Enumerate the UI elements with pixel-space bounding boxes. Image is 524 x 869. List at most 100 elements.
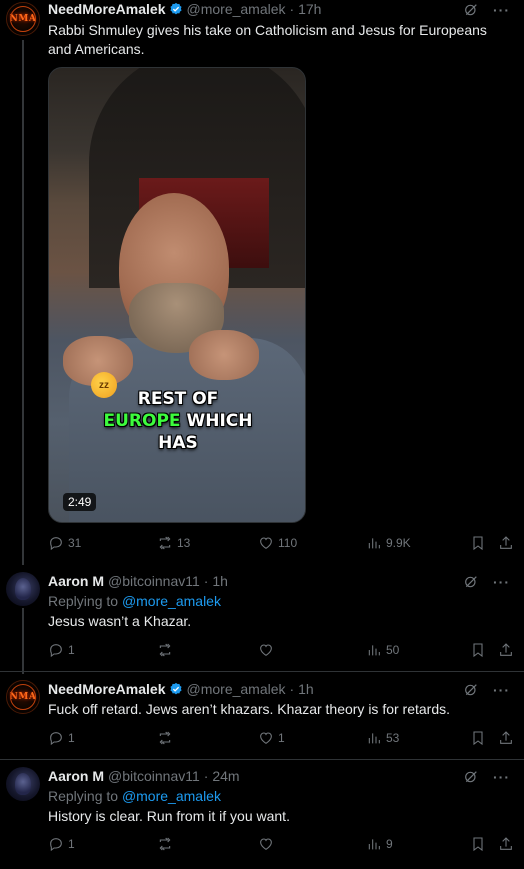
- post-time[interactable]: · 1h: [290, 681, 314, 697]
- repost-button[interactable]: 13: [157, 535, 190, 551]
- reply-count: 1: [68, 731, 75, 745]
- caption-line-1: REST OF: [137, 389, 219, 409]
- verified-badge-icon: [169, 682, 182, 695]
- grok-icon[interactable]: [463, 574, 479, 590]
- video-caption: REST OF EUROPE WHICH HAS: [49, 388, 305, 454]
- avatar[interactable]: [6, 767, 40, 801]
- views-count: 9.9K: [386, 536, 411, 550]
- reply-button[interactable]: 31: [48, 535, 81, 551]
- avatar[interactable]: NMA: [6, 2, 40, 36]
- views-icon: [368, 645, 380, 656]
- bookmark-button[interactable]: [470, 836, 486, 852]
- author-name[interactable]: NeedMoreAmalek: [48, 1, 166, 17]
- share-button[interactable]: [498, 642, 514, 658]
- like-button[interactable]: [258, 642, 278, 658]
- more-options-icon[interactable]: ···: [493, 682, 510, 698]
- views-button[interactable]: 9: [366, 836, 393, 852]
- like-button[interactable]: 1: [258, 730, 285, 746]
- reply-button[interactable]: 1: [48, 836, 75, 852]
- reply-button[interactable]: 1: [48, 642, 75, 658]
- post-time[interactable]: · 1h: [204, 573, 228, 589]
- avatar[interactable]: NMA: [6, 680, 40, 714]
- avatar[interactable]: [6, 572, 40, 606]
- repost-button[interactable]: [157, 642, 177, 658]
- share-icon: [500, 536, 512, 549]
- heart-icon: [260, 537, 272, 549]
- bookmark-button[interactable]: [470, 730, 486, 746]
- bookmark-icon: [473, 536, 483, 551]
- share-icon: [500, 643, 512, 656]
- replying-to-label: Replying to: [48, 593, 119, 609]
- author-name[interactable]: Aaron M: [48, 573, 104, 589]
- like-count: 1: [278, 731, 285, 745]
- caption-highlight: EUROPE: [103, 411, 181, 431]
- post-divider: [0, 759, 524, 760]
- post-divider: [0, 671, 524, 672]
- replying-to-link[interactable]: @more_amalek: [122, 788, 221, 804]
- like-button[interactable]: [258, 836, 278, 852]
- bookmark-icon: [473, 643, 483, 658]
- reply-count: 31: [68, 536, 82, 550]
- repost-button[interactable]: [157, 836, 177, 852]
- post-main[interactable]: NMA NeedMoreAmalek @more_amalek · 17h ··…: [0, 0, 524, 565]
- like-count: 110: [278, 536, 298, 550]
- author-handle[interactable]: @bitcoinnav11: [108, 768, 200, 784]
- grok-icon[interactable]: [463, 769, 479, 785]
- share-button[interactable]: [498, 730, 514, 746]
- post-text: Jesus wasn’t a Khazar.: [48, 613, 192, 629]
- views-count: 50: [386, 643, 400, 657]
- author-name[interactable]: Aaron M: [48, 768, 104, 784]
- repost-icon: [159, 536, 171, 550]
- more-options-icon[interactable]: ···: [493, 574, 510, 590]
- video-frame-hand: [189, 330, 259, 380]
- caption-line-2-rest: WHICH: [180, 411, 253, 431]
- more-options-icon[interactable]: ···: [493, 769, 510, 785]
- replying-to-label: Replying to: [48, 788, 119, 804]
- heart-icon: [260, 732, 272, 744]
- share-button[interactable]: [498, 535, 514, 551]
- reply-icon: [50, 838, 62, 852]
- views-button[interactable]: 53: [366, 730, 399, 746]
- author-name[interactable]: NeedMoreAmalek: [48, 681, 166, 697]
- bookmark-icon: [473, 837, 483, 852]
- views-button[interactable]: 9.9K: [366, 535, 411, 551]
- replying-to-link[interactable]: @more_amalek: [122, 593, 221, 609]
- repost-button[interactable]: [157, 730, 177, 746]
- author-handle[interactable]: @more_amalek: [187, 1, 286, 17]
- like-button[interactable]: 110: [258, 535, 297, 551]
- views-icon: [368, 839, 380, 850]
- share-icon: [500, 731, 512, 744]
- views-button[interactable]: 50: [366, 642, 399, 658]
- views-count: 9: [386, 837, 393, 851]
- more-options-icon[interactable]: ···: [493, 2, 510, 18]
- caption-line-2: EUROPE WHICH: [49, 410, 305, 432]
- author-handle[interactable]: @more_amalek: [187, 681, 286, 697]
- verified-badge-icon: [169, 2, 182, 15]
- post-reply[interactable]: Aaron M @bitcoinnav11 · 1h ··· Replying …: [0, 572, 524, 664]
- post-reply[interactable]: NMA NeedMoreAmalek @more_amalek · 1h ···…: [0, 680, 524, 752]
- post-reply[interactable]: Aaron M @bitcoinnav11 · 24m ··· Replying…: [0, 767, 524, 867]
- grok-icon[interactable]: [463, 682, 479, 698]
- bookmark-icon: [473, 731, 483, 746]
- reply-icon: [50, 732, 62, 746]
- post-text: Rabbi Shmuley gives his take on Catholic…: [48, 22, 487, 57]
- post-time[interactable]: · 17h: [290, 1, 322, 17]
- author-handle[interactable]: @bitcoinnav11: [108, 573, 200, 589]
- views-count: 53: [386, 731, 400, 745]
- post-text: History is clear. Run from it if you wan…: [48, 808, 290, 824]
- bookmark-button[interactable]: [470, 535, 486, 551]
- avatar-logo-text: NMA: [9, 14, 37, 24]
- grok-icon[interactable]: [463, 2, 479, 18]
- reply-icon: [50, 644, 62, 658]
- avatar-logo-text: NMA: [9, 692, 37, 702]
- bookmark-button[interactable]: [470, 642, 486, 658]
- video-duration: 2:49: [63, 493, 97, 511]
- video-player[interactable]: zz REST OF EUROPE WHICH HAS 2:49: [48, 67, 306, 523]
- reply-count: 1: [68, 837, 75, 851]
- repost-icon: [159, 837, 171, 851]
- reply-count: 1: [68, 643, 75, 657]
- reply-button[interactable]: 1: [48, 730, 75, 746]
- share-button[interactable]: [498, 836, 514, 852]
- repost-count: 13: [177, 536, 191, 550]
- post-time[interactable]: · 24m: [204, 768, 240, 784]
